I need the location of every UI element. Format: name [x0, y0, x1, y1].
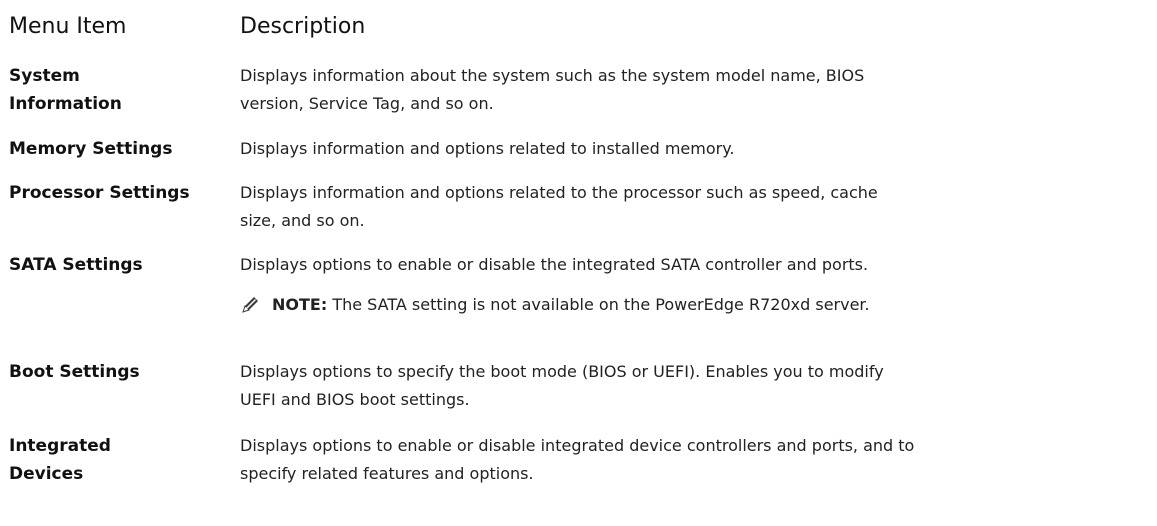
term-line: SATA Settings [9, 255, 143, 275]
desc-line: UEFI and BIOS boot settings. [240, 390, 470, 409]
column-header-menu-item: Menu Item [9, 14, 127, 39]
menu-item-term: System Information [9, 62, 229, 118]
menu-item-description: Displays information about the system su… [240, 62, 1140, 118]
column-header-description: Description [240, 14, 366, 39]
menu-item-term: Memory Settings [9, 135, 229, 163]
table-row: Processor Settings Displays information … [9, 179, 1149, 251]
table-row: System Information Displays information … [9, 62, 1149, 135]
desc-line: Displays information and options related… [240, 139, 735, 158]
table-row: Boot Settings Displays options to specif… [9, 358, 1149, 432]
table-row: Memory Settings Displays information and… [9, 135, 1149, 179]
desc-line: version, Service Tag, and so on. [240, 94, 494, 113]
desc-line: Displays information about the system su… [240, 66, 865, 85]
term-line: Information [9, 94, 122, 114]
menu-item-description: Displays information and options related… [240, 179, 1140, 235]
desc-line: Displays options to enable or disable in… [240, 436, 915, 455]
pencil-note-icon [240, 295, 260, 315]
menu-item-term: Integrated Devices [9, 432, 229, 488]
note-text: NOTE: The SATA setting is not available … [272, 291, 870, 319]
term-line: Devices [9, 464, 84, 484]
term-line: System [9, 66, 80, 86]
menu-item-description: Displays options to enable or disable in… [240, 432, 1140, 488]
term-line: Integrated [9, 436, 111, 456]
term-line: Boot Settings [9, 362, 140, 382]
table-row: Integrated Devices Displays options to e… [9, 432, 1149, 496]
table-row: SATA Settings Displays options to enable… [9, 251, 1149, 358]
desc-line: size, and so on. [240, 211, 365, 230]
menu-item-description: Displays options to enable or disable th… [240, 251, 1140, 279]
desc-line: Displays options to specify the boot mod… [240, 362, 884, 381]
note-body: The SATA setting is not available on the… [327, 295, 870, 314]
desc-line: Displays options to enable or disable th… [240, 255, 869, 274]
table-header: Menu Item Description [9, 14, 1149, 46]
menu-item-description: Displays options to specify the boot mod… [240, 358, 1140, 414]
term-line: Processor Settings [9, 183, 190, 203]
menu-item-description: Displays information and options related… [240, 135, 1140, 163]
desc-line: specify related features and options. [240, 464, 534, 483]
term-line: Memory Settings [9, 139, 173, 159]
desc-line: Displays information and options related… [240, 183, 878, 202]
menu-item-term: Processor Settings [9, 179, 229, 207]
menu-item-term: SATA Settings [9, 251, 229, 279]
menu-item-term: Boot Settings [9, 358, 229, 386]
note-label: NOTE: [272, 295, 328, 314]
menu-item-table: System Information Displays information … [9, 62, 1149, 496]
